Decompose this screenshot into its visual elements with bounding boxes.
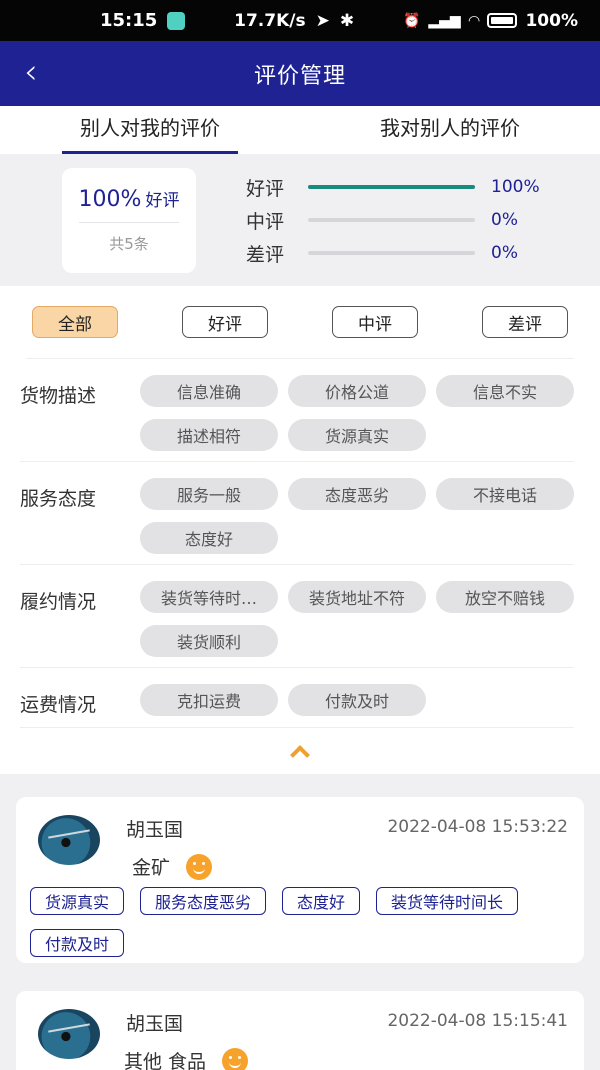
battery-icon (487, 13, 518, 28)
goods-name: 金矿 (132, 857, 171, 879)
rating-value: 0% (491, 243, 518, 263)
rating-row-bad: 差评 0% (246, 241, 540, 266)
total-count: 共5条 (109, 235, 149, 253)
review-tag: 付款及时 (30, 929, 125, 957)
summary-card: 100% 好评 共5条 (62, 167, 196, 273)
filter-bad-button[interactable]: 差评 (482, 306, 568, 338)
chevron-left-icon[interactable]: ‹ (24, 55, 38, 89)
filter-good-button[interactable]: 好评 (182, 306, 268, 338)
nav-bar: ‹ 评价管理 (0, 41, 600, 106)
avatar (38, 1009, 100, 1059)
category-fulfillment: 履约情况 装货等待时… 装货地址不符 放空不赔钱 装货顺利 (20, 565, 574, 668)
divider (79, 222, 179, 223)
rating-track (308, 185, 475, 189)
tag-chip[interactable]: 货源真实 (288, 419, 426, 451)
rating-filter: 全部 好评 中评 差评 (26, 306, 574, 359)
tag-chip[interactable]: 装货地址不符 (288, 581, 426, 613)
rating-bars: 好评 100% 中评 0% 差评 0% (246, 175, 540, 266)
review-tags: 货源真实 服务态度恶劣 态度好 装货等待时间长 付款及时 (30, 887, 574, 957)
review-tag: 态度好 (282, 887, 361, 915)
review-goods: 金矿 (132, 853, 213, 880)
review-card: 胡玉国 2022-04-08 15:53:22 金矿 货源真实 服务态度恶劣 态… (16, 797, 584, 963)
chevron-up-icon[interactable] (290, 745, 310, 765)
tag-chip[interactable]: 描述相符 (140, 419, 278, 451)
tag-chip[interactable]: 态度恶劣 (288, 478, 426, 510)
signal-icon: ▂▄▆ (428, 12, 461, 29)
alarm-icon: ⏰ (402, 12, 421, 29)
category-title: 履约情况 (20, 591, 97, 613)
tag-chip[interactable]: 信息准确 (140, 375, 278, 407)
filter-panel: 全部 好评 中评 差评 货物描述 信息准确 价格公道 信息不实 描述相符 货源真… (0, 286, 600, 774)
tab-bar: 别人对我的评价 我对别人的评价 (0, 106, 600, 154)
goods-name: 其他 食品 (124, 1051, 207, 1070)
tag-chip[interactable]: 装货等待时… (140, 581, 278, 613)
rating-track (308, 251, 475, 255)
category-title: 运费情况 (20, 694, 97, 716)
network-speed: 17.7K/s (234, 10, 306, 31)
bluetooth-icon: ✱ (339, 10, 355, 31)
tag-chip[interactable]: 不接电话 (436, 478, 574, 510)
filter-neutral-button[interactable]: 中评 (332, 306, 418, 338)
category-freight: 运费情况 克扣运费 付款及时 (20, 668, 574, 728)
tag-chip[interactable]: 态度好 (140, 522, 278, 554)
location-icon: ➤ (315, 10, 330, 31)
tab-given-reviews[interactable]: 我对别人的评价 (300, 106, 600, 154)
review-tag: 服务态度恶劣 (140, 887, 267, 915)
reviewer-name: 胡玉国 (126, 819, 184, 841)
tag-chip[interactable]: 装货顺利 (140, 625, 278, 657)
page-title: 评价管理 (253, 63, 346, 89)
review-tag: 装货等待时间长 (376, 887, 519, 915)
tag-chip[interactable]: 信息不实 (436, 375, 574, 407)
category-title: 服务态度 (20, 488, 97, 510)
tag-chip[interactable]: 放空不赔钱 (436, 581, 574, 613)
tag-chip[interactable]: 克扣运费 (140, 684, 278, 716)
battery-percent: 100% (525, 10, 578, 31)
status-bar: 15:15 17.7K/s ➤ ✱ ⏰ ▂▄▆ ◠ 100% (0, 0, 600, 41)
rating-label: 差评 (246, 243, 285, 266)
reviewer-name: 胡玉国 (126, 1013, 184, 1035)
tag-chip[interactable]: 付款及时 (288, 684, 426, 716)
rating-row-good: 好评 100% (246, 175, 540, 200)
tag-chip[interactable]: 服务一般 (140, 478, 278, 510)
rating-value: 100% (491, 177, 540, 197)
smile-icon (186, 853, 213, 880)
review-goods: 其他 食品 (124, 1047, 249, 1070)
rating-label: 中评 (246, 210, 285, 233)
review-date: 2022-04-08 15:15:41 (387, 1011, 568, 1031)
collapse-toggle[interactable] (0, 728, 600, 774)
rating-summary: 100% 好评 共5条 好评 100% 中评 0% 差评 0% (0, 154, 600, 286)
tag-chip[interactable]: 价格公道 (288, 375, 426, 407)
app-notification-icon (167, 11, 186, 30)
category-service-attitude: 服务态度 服务一般 态度恶劣 不接电话 态度好 (20, 462, 574, 565)
review-card: 胡玉国 2022-04-08 15:15:41 其他 食品 (16, 991, 584, 1070)
avatar (38, 815, 100, 865)
filter-all-button[interactable]: 全部 (32, 306, 118, 338)
review-tag: 货源真实 (30, 887, 125, 915)
rating-track (308, 218, 475, 222)
positive-rate: 100% 好评 (78, 187, 180, 212)
rating-row-neutral: 中评 0% (246, 208, 540, 233)
rating-value: 0% (491, 210, 518, 230)
review-date: 2022-04-08 15:53:22 (387, 817, 568, 837)
rating-label: 好评 (246, 177, 285, 200)
rating-fill (308, 185, 475, 189)
category-title: 货物描述 (20, 385, 97, 407)
wifi-icon: ◠ (468, 12, 480, 29)
smile-icon (222, 1047, 249, 1070)
tab-received-reviews[interactable]: 别人对我的评价 (0, 106, 300, 154)
category-goods-description: 货物描述 信息准确 价格公道 信息不实 描述相符 货源真实 (20, 359, 574, 462)
status-time: 15:15 (100, 10, 158, 31)
